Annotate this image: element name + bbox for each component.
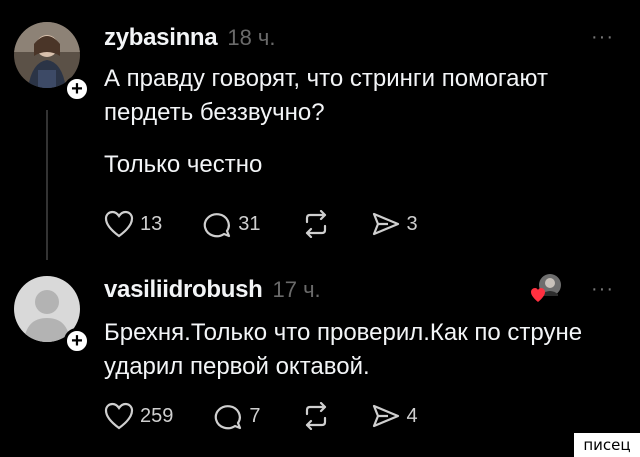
like-button[interactable]: 259 [104, 402, 173, 430]
comment-icon [215, 405, 242, 430]
thread-line [46, 110, 48, 260]
username[interactable]: zybasinna [104, 24, 218, 52]
timestamp: 17 ч. [272, 277, 321, 302]
heart-icon [104, 210, 134, 238]
more-icon[interactable]: ··· [591, 26, 614, 49]
share-icon [372, 404, 399, 428]
share-count: 4 [406, 404, 418, 427]
watermark: писец [574, 433, 640, 457]
action-bar: 13 31 3 [104, 210, 458, 238]
action-bar: 259 7 4 [104, 402, 458, 430]
like-count: 259 [140, 404, 174, 427]
post-item: + vasiliidrobush 17 ч. ··· Брехня.Только… [0, 262, 640, 457]
share-count: 3 [406, 212, 418, 235]
comment-icon [204, 213, 231, 238]
post-text: А правду говорят, что стринги помогают п… [104, 65, 548, 126]
post-header: zybasinna 18 ч. [104, 24, 276, 52]
post-text: Брехня.Только что проверил.Как по струне… [104, 319, 583, 380]
like-count: 13 [140, 212, 163, 235]
heart-icon [104, 402, 134, 430]
heart-icon [531, 288, 545, 302]
comment-count: 31 [238, 212, 261, 235]
comment-button[interactable]: 31 [202, 210, 261, 238]
author-liked-avatar [530, 272, 562, 304]
post-text: Только честно [104, 151, 263, 178]
repost-icon [305, 402, 326, 430]
comment-button[interactable]: 7 [213, 402, 261, 430]
more-icon[interactable]: ··· [591, 278, 614, 301]
username[interactable]: vasiliidrobush [104, 276, 263, 304]
repost-icon [305, 210, 326, 238]
share-button[interactable]: 3 [371, 210, 418, 238]
follow-button[interactable]: + [64, 328, 90, 354]
comment-count: 7 [249, 404, 261, 427]
repost-button[interactable] [301, 210, 331, 238]
timestamp: 18 ч. [227, 25, 276, 50]
post-item: + zybasinna 18 ч. ··· А правду говорят, … [0, 0, 640, 262]
repost-button[interactable] [301, 402, 331, 430]
follow-button[interactable]: + [64, 76, 90, 102]
like-button[interactable]: 13 [104, 210, 162, 238]
share-icon [372, 212, 399, 236]
share-button[interactable]: 4 [371, 402, 418, 430]
post-header: vasiliidrobush 17 ч. [104, 276, 321, 304]
